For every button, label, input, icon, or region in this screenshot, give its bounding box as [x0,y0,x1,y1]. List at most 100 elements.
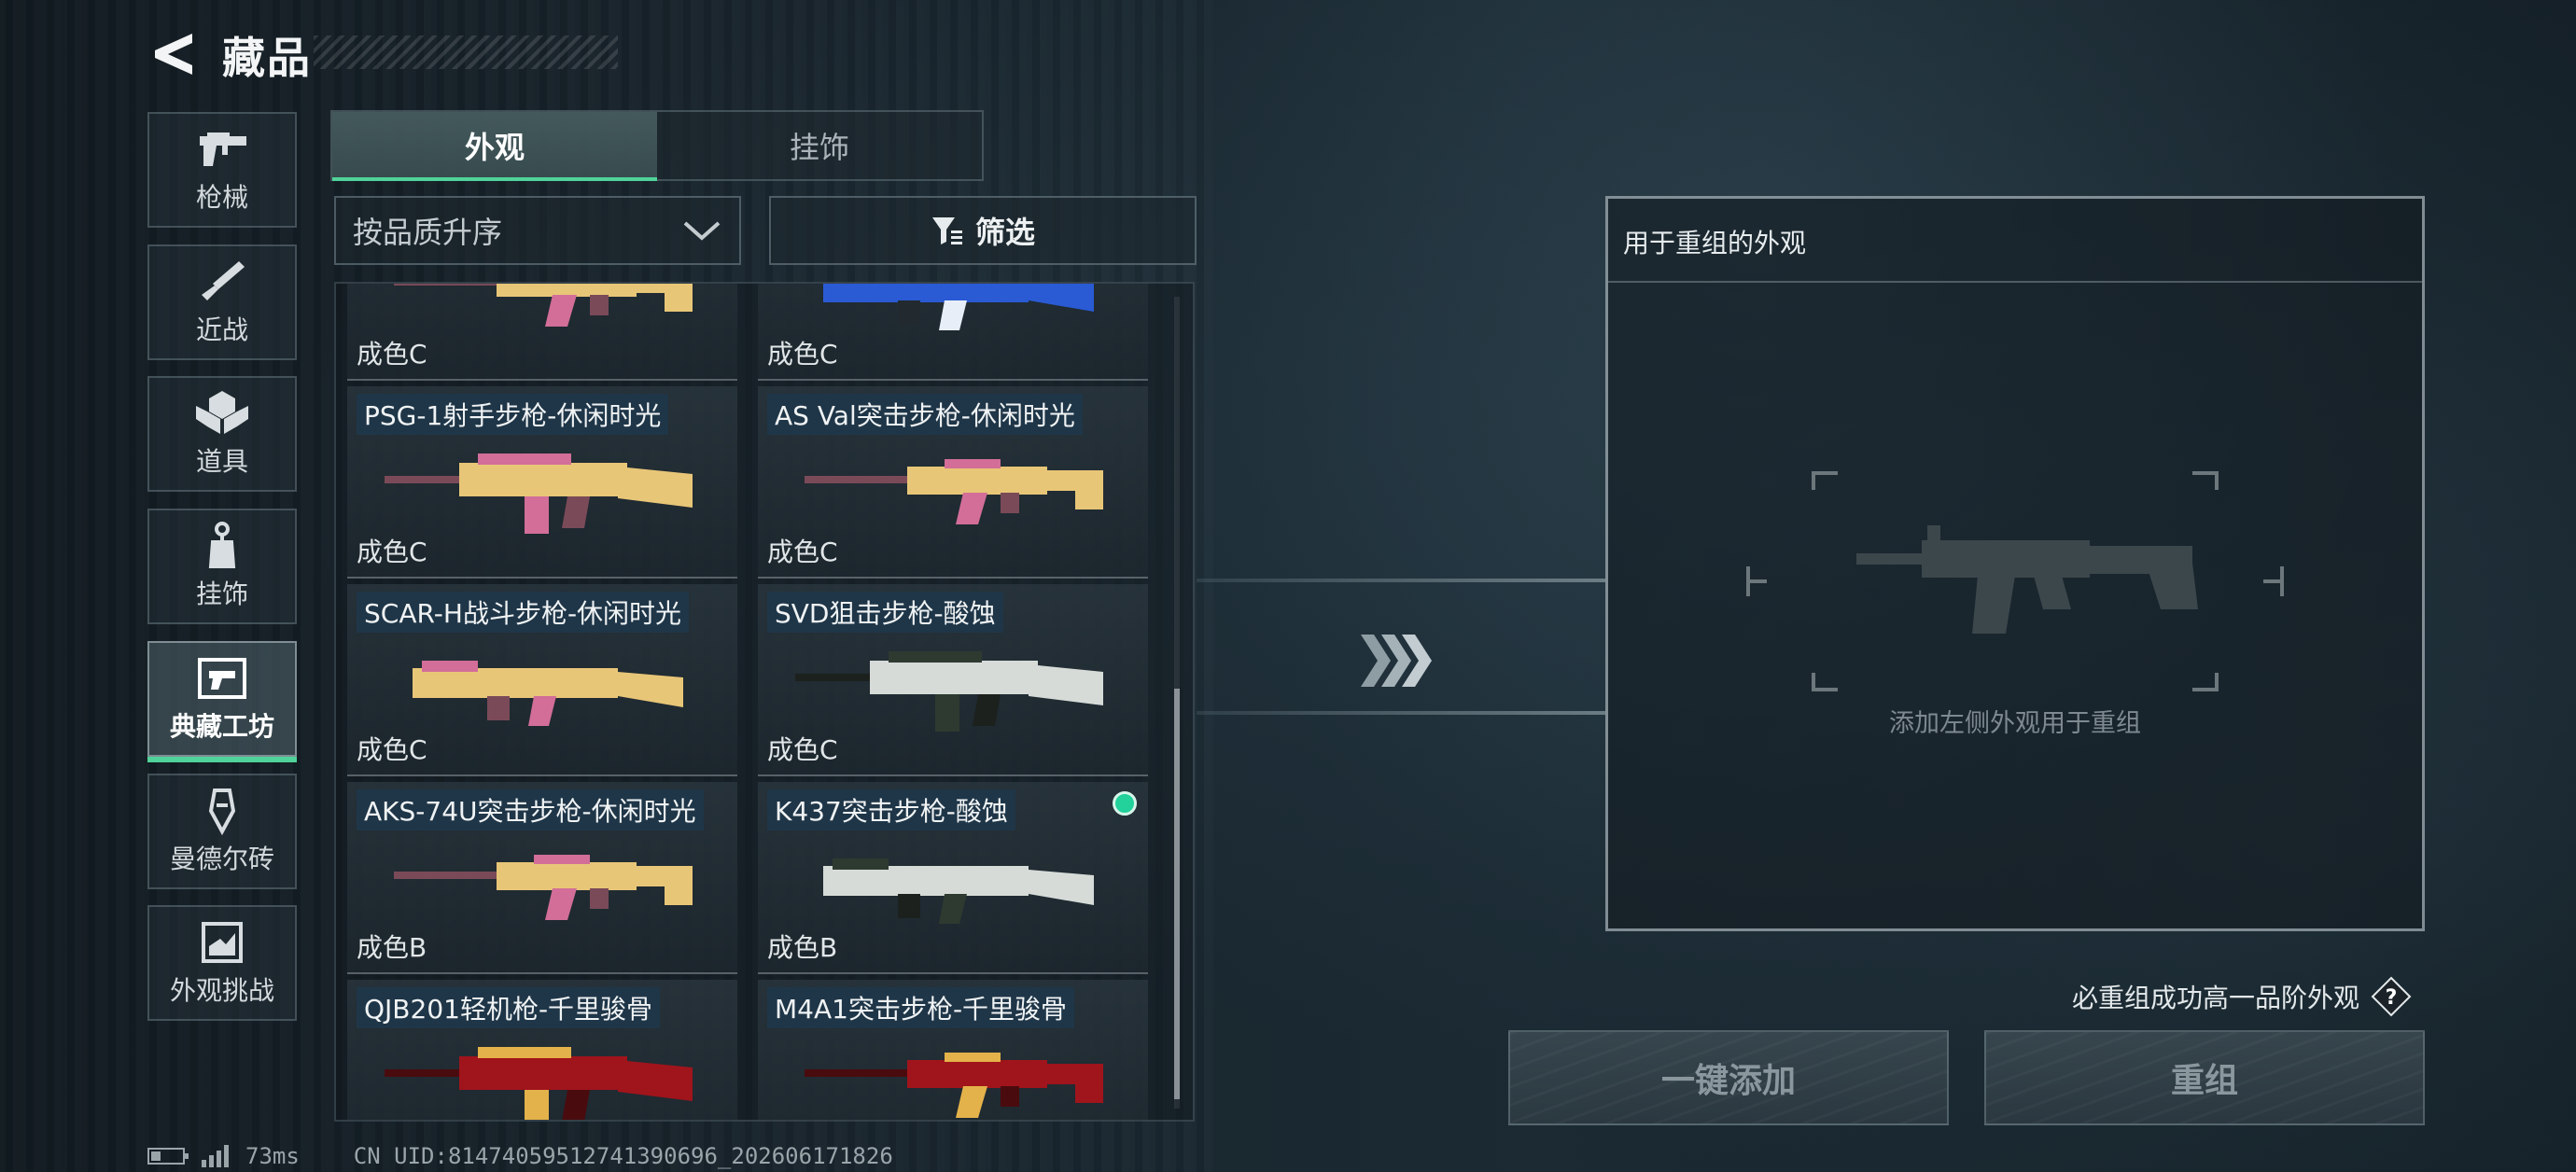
skin-name: M4A1突击步枪-千里骏骨 [767,987,1075,1028]
skin-grade: 成色C [767,537,838,567]
workshop-icon [194,654,250,703]
skin-name: AKS-74U突击步枪-休闲时光 [357,789,704,830]
card-divider [347,577,737,579]
skin-grade: 成色C [767,339,838,370]
charm-icon [194,522,250,570]
weapon-skin-image [795,284,1113,338]
nav-label: 道具 [195,446,248,478]
gun-icon [194,125,250,174]
add-all-button[interactable]: 一键添加 [1508,1030,1949,1125]
challenge-icon [194,918,250,967]
card-divider [758,972,1148,974]
skin-name: AS Val突击步枪-休闲时光 [767,394,1083,435]
card-divider [758,379,1148,381]
back-arrow-icon [155,34,192,75]
weapon-skin-image [795,838,1113,931]
skin-grid[interactable]: 成色C 成色C PSG-1射手步枪-休闲时光 成色C AS Val突击步枪-休闲时光 成色… [334,282,1195,1122]
skin-name: PSG-1射手步枪-休闲时光 [357,394,669,435]
nav-mandel-brick[interactable]: 曼德尔砖 [147,773,297,889]
skin-card[interactable]: 成色C [347,284,737,381]
skin-grade: 成色B [767,932,838,963]
skin-grade: 成色C [357,734,427,765]
card-divider [347,379,737,381]
ping-text: 73ms [245,1143,300,1169]
skin-card[interactable]: M4A1突击步枪-千里骏骨 [758,980,1148,1120]
sort-dropdown[interactable]: 按品质升序 [334,196,741,265]
recombine-button[interactable]: 重组 [1984,1030,2425,1125]
skin-card[interactable]: K437突击步枪-酸蚀成色B [758,782,1148,974]
filter-label: 筛选 [974,215,1035,250]
weapon-skin-image [385,640,702,733]
filter-button[interactable]: 筛选 [769,196,1197,265]
sort-selected-value: 按品质升序 [353,215,503,250]
weapon-skin-image [385,838,702,931]
title-decoration [314,35,618,69]
filter-icon [931,217,962,244]
recombine-title: 用于重组的外观 [1623,228,1807,258]
chevron-down-icon [683,221,721,241]
nav-label: 挂饰 [195,579,248,610]
recombine-label: 重组 [2170,1062,2238,1100]
connector-line-top [1197,579,1605,582]
add-all-label: 一键添加 [1660,1062,1796,1100]
recombine-placeholder-text: 添加左侧外观用于重组 [1889,709,2141,738]
nav-label: 曼德尔砖 [169,843,274,874]
skin-name: K437突击步枪-酸蚀 [767,789,1015,830]
back-button[interactable] [147,28,200,80]
uid-text: CN UID:81474059512741390696_202606171826 [353,1143,893,1169]
nav-workshop[interactable]: 典藏工坊 [147,640,297,762]
weapon-skin-image [385,442,702,536]
card-divider [347,972,737,974]
tab-appearance[interactable]: 外观 [332,112,657,181]
battery-icon [147,1148,189,1165]
grid-scroll-thumb[interactable] [1174,689,1180,1099]
skin-card[interactable]: 成色C [758,284,1148,381]
skin-grade: 成色C [357,339,427,370]
connector-line-bottom [1197,711,1605,715]
guarantee-row: 必重组成功高一品阶外观 ? [2072,976,2412,1017]
grid-scrollbar[interactable] [1174,297,1180,1109]
rifle-silhouette-icon [1856,525,2198,634]
guarantee-text: 必重组成功高一品阶外观 [2072,983,2360,1013]
skin-card[interactable]: SVD狙击步枪-酸蚀 成色C [758,584,1148,776]
skin-name: QJB201轻机枪-千里骏骨 [357,987,661,1028]
card-divider [347,774,737,776]
signal-icon [202,1145,229,1167]
recombine-panel: 用于重组的外观 添加左侧外观用于重组 [1605,196,2425,931]
weapon-skin-image [385,284,702,338]
skin-card[interactable]: PSG-1射手步枪-休闲时光成色C [347,386,737,579]
card-divider [758,774,1148,776]
skin-card[interactable]: AS Val突击步枪-休闲时光成色C [758,386,1148,579]
skin-grade: 成色B [357,932,427,963]
skin-name: SCAR-H战斗步枪-休闲时光 [357,592,690,633]
nav-melee[interactable]: 近战 [147,244,297,360]
nav-guns[interactable]: 枪械 [147,112,297,228]
nav-items[interactable]: 道具 [147,376,297,493]
nav-label: 典藏工坊 [169,710,274,742]
skin-card[interactable]: AKS-74U突击步枪-休闲时光成色B [347,782,737,974]
knife-icon [194,258,250,306]
help-icon[interactable]: ? [2371,976,2412,1017]
grenade-icon [194,389,250,438]
triple-chevron-icon [1361,635,1432,687]
card-divider [758,577,1148,579]
selected-dot-icon [1113,791,1137,816]
nav-charms[interactable]: 挂饰 [147,509,297,625]
skin-grade: 成色C [767,734,838,765]
nav-skin-challenge[interactable]: 外观挑战 [147,905,297,1022]
page-title: 藏品 [222,33,312,83]
tab-bar: 外观 挂饰 [330,110,984,181]
recombine-divider [1608,281,2422,283]
tab-charms[interactable]: 挂饰 [657,112,982,179]
skin-grade: 成色C [357,537,427,567]
nav-label: 外观挑战 [169,975,274,1007]
weapon-skin-image [795,442,1113,536]
weapon-skin-image [795,640,1113,733]
nav-label: 近战 [195,314,248,345]
recombine-drop-slot[interactable] [1744,469,2286,693]
skin-card[interactable]: SCAR-H战斗步枪-休闲时光成色C [347,584,737,776]
skin-card[interactable]: QJB201轻机枪-千里骏骨 [347,980,737,1120]
tab-appearance-label: 外观 [464,130,525,165]
status-bar: 73ms CN UID:81474059512741390696_2026061… [147,1140,893,1172]
weapon-skin-image [385,1036,702,1120]
